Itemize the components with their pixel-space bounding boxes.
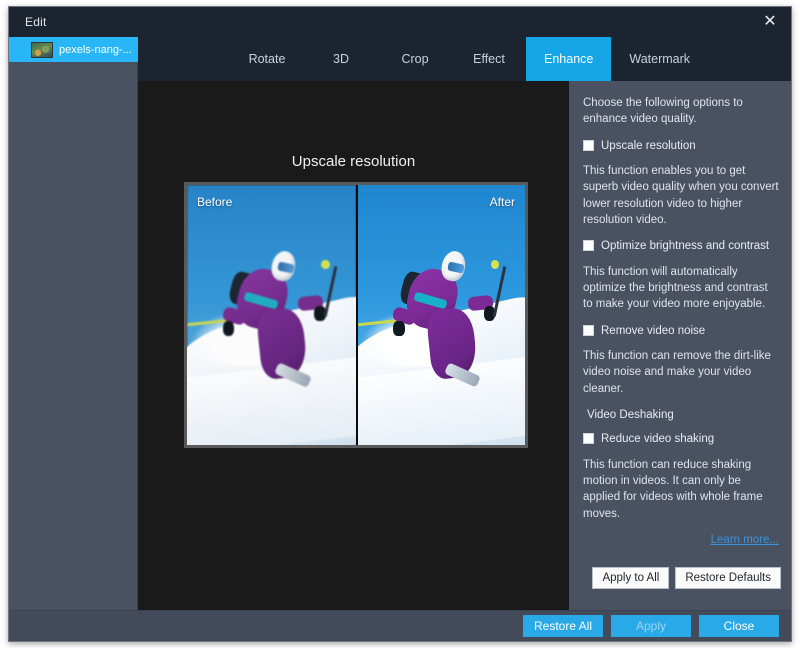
tab-enhance[interactable]: Enhance [526,37,612,81]
restore-defaults-button[interactable]: Restore Defaults [675,567,781,589]
checkbox-remove-video-noise[interactable]: Remove video noise [583,323,779,339]
checkbox-box-icon[interactable] [583,240,594,252]
window-title: Edit [25,15,47,29]
tab-3d[interactable]: 3D [304,37,378,81]
tab-effect[interactable]: Effect [452,37,526,81]
checkbox-noise-label: Remove video noise [601,324,706,337]
file-list-sidebar: pexels-nang-... [9,37,138,612]
enhance-options-panel: Choose the following options to enhance … [569,81,791,612]
upscale-description: This function enables you to get superb … [583,164,779,226]
checkbox-upscale-resolution[interactable]: Upscale resolution [583,138,779,154]
tab-watermark[interactable]: Watermark [611,37,708,81]
shaking-description: This function can reduce shaking motion … [583,458,763,520]
checkbox-upscale-label: Upscale resolution [601,139,696,152]
after-label: After [489,195,515,209]
checkbox-brightness-label: Optimize brightness and contrast [601,240,770,253]
close-icon[interactable]: ✕ [747,7,791,37]
list-item[interactable]: pexels-nang-... [9,37,138,62]
preview-title: Upscale resolution [291,153,416,170]
tab-watermark-label: Watermark [629,52,691,66]
footer-action-bar: Restore All Apply Close [9,610,791,641]
tab-enhance-label: Enhance [544,52,594,66]
restore-all-button[interactable]: Restore All [523,615,603,637]
checkbox-reduce-video-shaking[interactable]: Reduce video shaking [583,431,779,447]
tab-crop[interactable]: Crop [378,37,452,81]
before-label: Before [197,195,233,209]
tab-strip-spacer [138,37,230,81]
checkbox-box-icon[interactable] [583,139,594,151]
checkbox-shaking-label: Reduce video shaking [601,433,715,446]
brightness-description: This function will automatically optimiz… [583,265,768,311]
checkbox-optimize-brightness-contrast[interactable]: Optimize brightness and contrast [583,238,779,254]
noise-description: This function can remove the dirt-like v… [583,349,771,395]
learn-more-link[interactable]: Learn more... [583,532,779,548]
title-bar: Edit ✕ [9,7,791,37]
apply-button[interactable]: Apply [611,615,691,637]
close-button[interactable]: Close [699,615,779,637]
tab-rotate-label: Rotate [248,52,286,66]
preview-area: Upscale resolution Before After [138,81,569,612]
before-pane: Before [187,185,356,445]
checkbox-box-icon[interactable] [583,433,594,445]
checkbox-box-icon[interactable] [583,324,594,336]
options-intro-text: Choose the following options to enhance … [583,97,743,126]
before-after-comparison: Before After [184,182,528,448]
tab-3d-label: 3D [333,52,349,66]
tab-effect-label: Effect [473,52,505,66]
ski-scene-after-image [358,185,525,445]
video-thumbnail-icon [31,41,53,58]
video-deshaking-section-label: Video Deshaking [587,408,674,421]
ski-scene-before-image [187,185,356,445]
edit-dialog-window: Edit ✕ pexels-nang-... Rotate 3D Crop Ef… [8,6,792,642]
file-name-label: pexels-nang-... [59,43,132,56]
apply-to-all-button[interactable]: Apply to All [592,567,670,589]
panel-button-group: Apply to All Restore Defaults [592,567,781,589]
tab-rotate[interactable]: Rotate [230,37,304,81]
tab-crop-label: Crop [401,52,429,66]
edit-tabs: Rotate 3D Crop Effect Enhance Watermark [138,37,791,81]
after-pane: After [356,185,525,445]
